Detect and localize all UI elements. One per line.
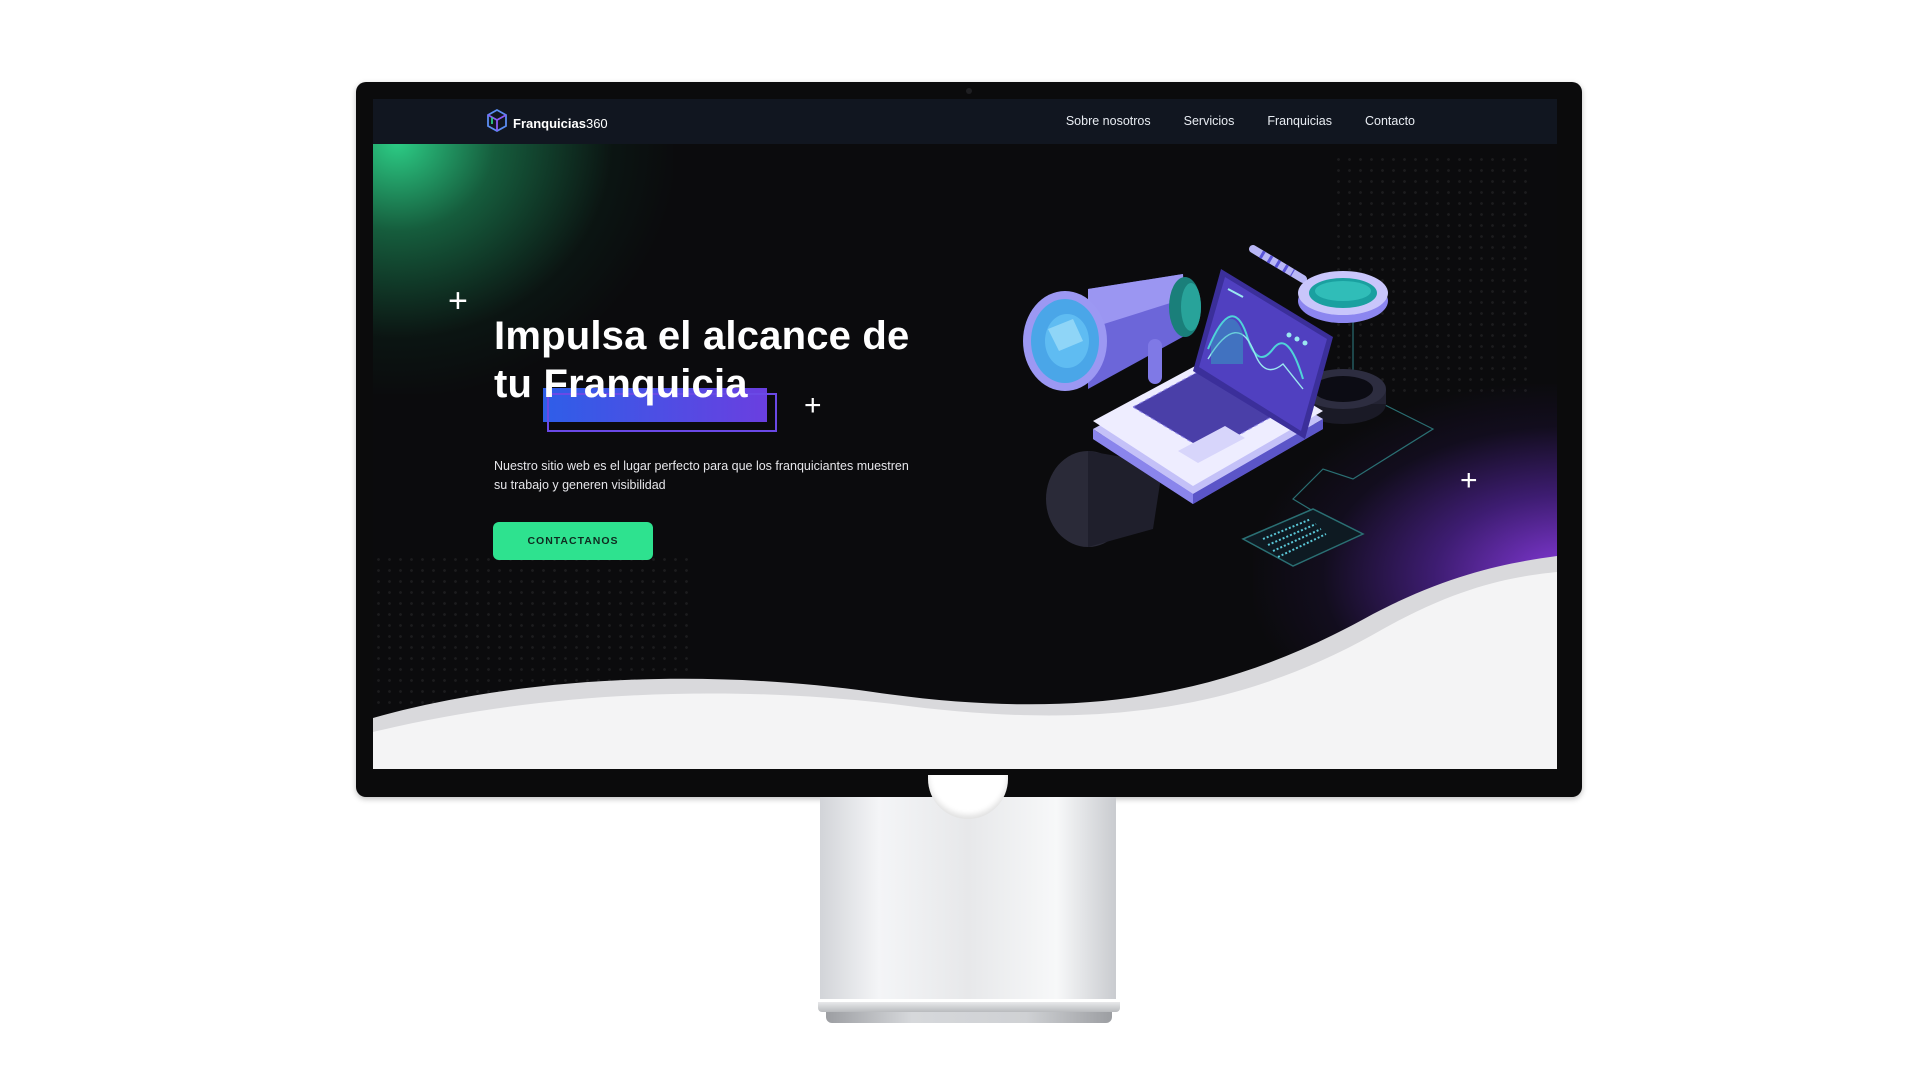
screen: Franquicias360 Sobre nosotros Servicios … xyxy=(373,99,1557,769)
nav-link-servicios[interactable]: Servicios xyxy=(1184,114,1235,128)
stand-foot xyxy=(826,1012,1112,1023)
main-nav: Sobre nosotros Servicios Franquicias Con… xyxy=(1066,114,1415,128)
cube-icon xyxy=(486,108,508,138)
navbar: Franquicias360 Sobre nosotros Servicios … xyxy=(373,99,1557,144)
stand-base xyxy=(818,1002,1120,1012)
brand-logo[interactable]: Franquicias360 xyxy=(486,108,608,138)
monitor-stand xyxy=(820,775,1116,999)
nav-link-sobre-nosotros[interactable]: Sobre nosotros xyxy=(1066,114,1151,128)
camera-dot xyxy=(966,88,972,94)
nav-link-franquicias[interactable]: Franquicias xyxy=(1267,114,1332,128)
nav-link-contacto[interactable]: Contacto xyxy=(1365,114,1415,128)
brand-name: Franquicias360 xyxy=(513,116,608,131)
hero-section: + + + Impulsa el alcance de tu Franquici… xyxy=(373,144,1557,769)
monitor-frame: Franquicias360 Sobre nosotros Servicios … xyxy=(356,82,1582,797)
bottom-wave xyxy=(373,556,1557,769)
